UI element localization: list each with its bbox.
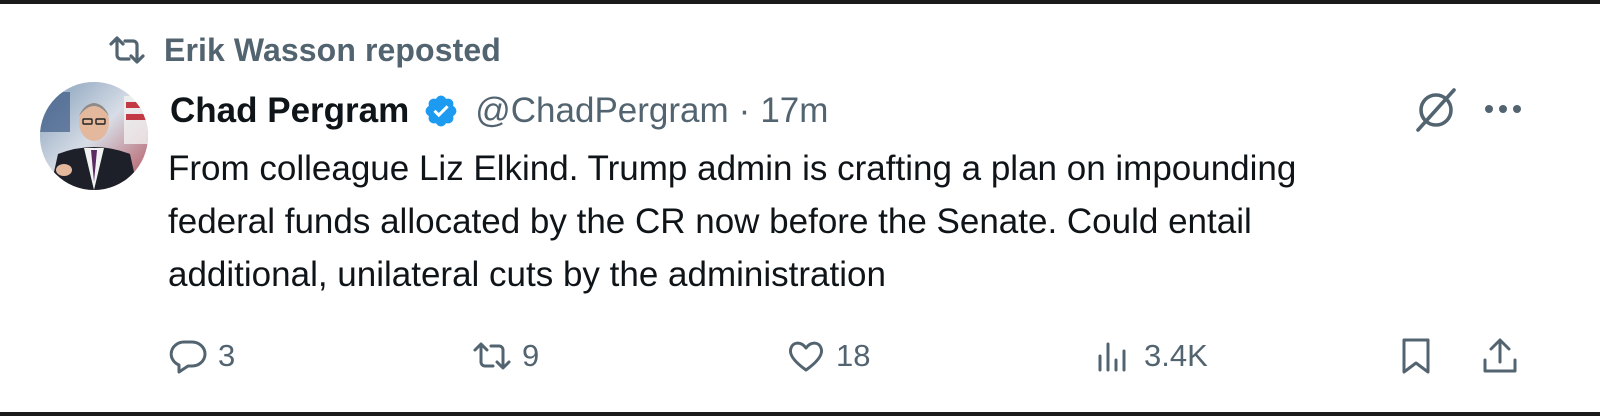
reply-count: 3 [218,338,236,373]
repost-icon [109,36,145,64]
timestamp[interactable]: 17m [760,91,828,131]
avatar[interactable] [40,82,148,190]
tweet-text-line: federal funds allocated by the CR now be… [168,202,1252,241]
tweet-text: From colleague Liz Elkind. Trump admin i… [168,142,1538,301]
tweet-text-line: additional, unilateral cuts by the admin… [168,255,886,294]
views-button[interactable]: 3.4K [1094,330,1208,382]
bookmark-icon [1402,338,1430,374]
share-icon [1483,338,1517,373]
more-icon[interactable] [1482,92,1524,126]
reply-button[interactable]: 3 [168,330,235,382]
views-count: 3.4K [1144,338,1208,373]
tweet-text-line: From colleague Liz Elkind. Trump admin i… [168,149,1297,188]
author-handle[interactable]: @ChadPergram [475,91,728,131]
bookmark-button[interactable] [1396,330,1436,382]
separator-dot: · [738,91,751,130]
like-button[interactable]: 18 [786,330,870,382]
author-name[interactable]: Chad Pergram [170,91,409,131]
repost-count: 9 [522,338,540,373]
repost-label: Erik Wasson reposted [164,31,501,68]
verified-badge-icon[interactable] [423,93,459,129]
avatar-image [40,82,148,190]
repost-icon [473,342,511,370]
top-border [0,0,1600,4]
bottom-border [0,412,1600,416]
repost-indicator[interactable]: Erik Wasson reposted [108,30,501,70]
tweet-card[interactable]: Erik Wasson reposted Chad Pergram @ChadP… [0,0,1600,416]
tweet-header: Chad Pergram @ChadPergram · 17m [170,82,828,140]
repost-button[interactable]: 9 [472,330,539,382]
like-icon [788,341,824,372]
grok-icon[interactable] [1410,84,1462,136]
like-count: 18 [836,338,871,373]
action-bar: 3 9 18 3.4K [168,330,1538,382]
share-button[interactable] [1480,330,1520,382]
views-icon [1098,342,1126,372]
reply-icon [169,340,207,374]
